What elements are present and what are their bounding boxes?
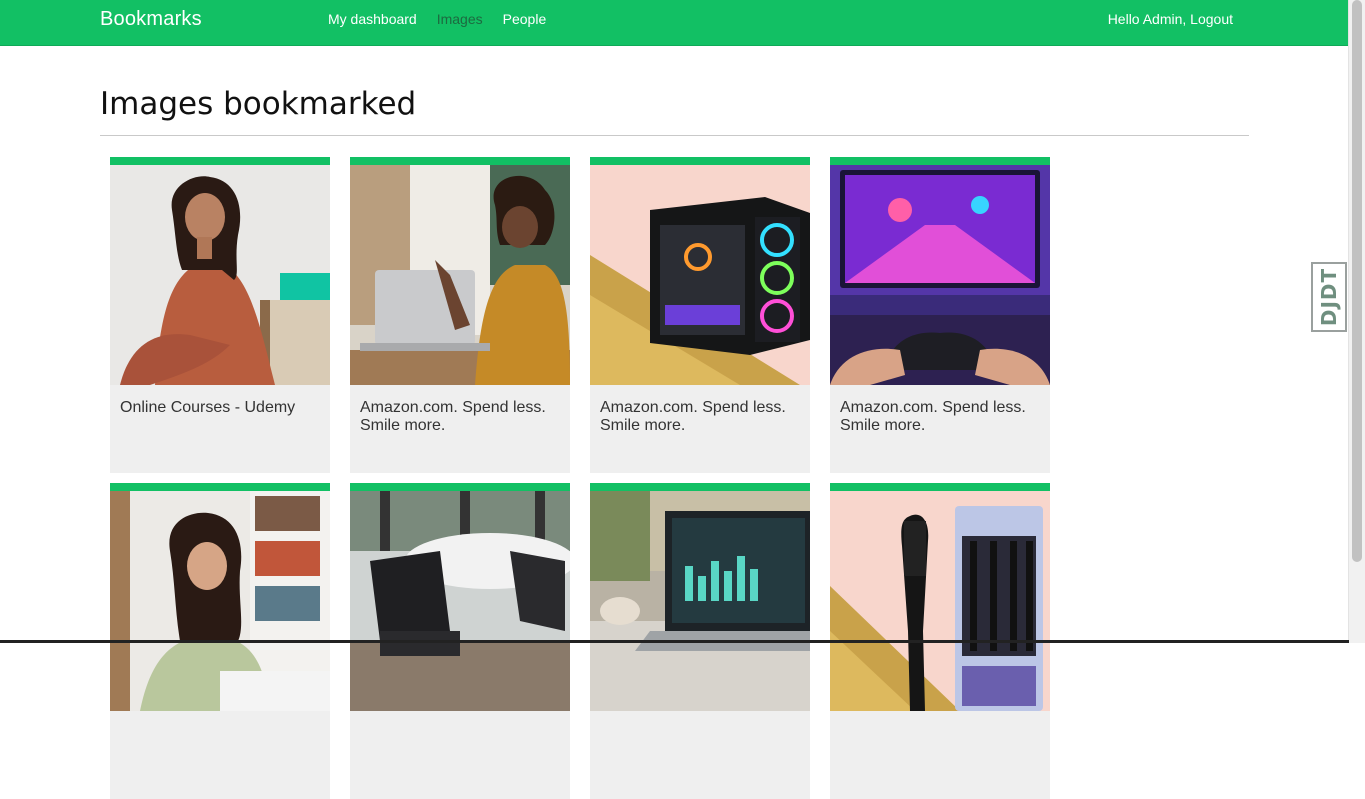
logout-link[interactable]: Logout — [1190, 11, 1233, 27]
card-title — [110, 711, 330, 725]
card-title — [590, 711, 810, 725]
gaming-controller-photo[interactable] — [830, 165, 1050, 385]
card-title — [830, 711, 1050, 725]
card-title: Amazon.com. Spend less. Smile more. — [360, 399, 546, 434]
card-title: Amazon.com. Spend less. Smile more. — [840, 399, 1026, 434]
card-title: Amazon.com. Spend less. Smile more. — [600, 399, 786, 434]
image-card[interactable]: Amazon.com. Spend less. Smile more. — [350, 157, 570, 473]
vertical-scrollbar[interactable] — [1348, 0, 1365, 643]
debug-toolbar-handle[interactable]: DJDT — [1311, 262, 1347, 332]
laptop-dashboard-photo[interactable] — [590, 491, 810, 711]
image-grid: Online Courses - Udemy Amazon.com. Spend… — [110, 157, 1050, 799]
main-nav: My dashboard Images People — [328, 11, 546, 27]
image-card[interactable]: Online Courses - Udemy — [110, 157, 330, 473]
page-title: Images bookmarked — [100, 86, 417, 122]
gaming-pc-photo[interactable] — [590, 165, 810, 385]
woman-portrait-photo[interactable] — [110, 165, 330, 385]
office-chairs-photo[interactable] — [350, 491, 570, 711]
toothbrush-pack-photo[interactable] — [830, 491, 1050, 711]
brand-logo[interactable]: Bookmarks — [100, 8, 202, 31]
woman-laptop-photo[interactable] — [350, 165, 570, 385]
user-greeting: Hello Admin, — [1107, 11, 1187, 27]
scrollbar-thumb[interactable] — [1352, 0, 1362, 562]
title-divider — [100, 135, 1249, 136]
image-card[interactable]: Amazon.com. Spend less. Smile more. — [590, 157, 810, 473]
card-title — [350, 711, 570, 725]
student-laptop-photo[interactable] — [110, 491, 330, 711]
nav-people[interactable]: People — [503, 11, 547, 27]
debug-toolbar-label: DJDT — [1317, 267, 1342, 327]
user-box: Hello Admin, Logout — [1108, 11, 1233, 27]
nav-images[interactable]: Images — [437, 11, 483, 27]
image-card[interactable]: Amazon.com. Spend less. Smile more. — [830, 157, 1050, 473]
top-navbar: Bookmarks My dashboard Images People Hel… — [0, 0, 1349, 46]
card-title: Online Courses - Udemy — [120, 399, 296, 416]
nav-my-dashboard[interactable]: My dashboard — [328, 11, 417, 27]
